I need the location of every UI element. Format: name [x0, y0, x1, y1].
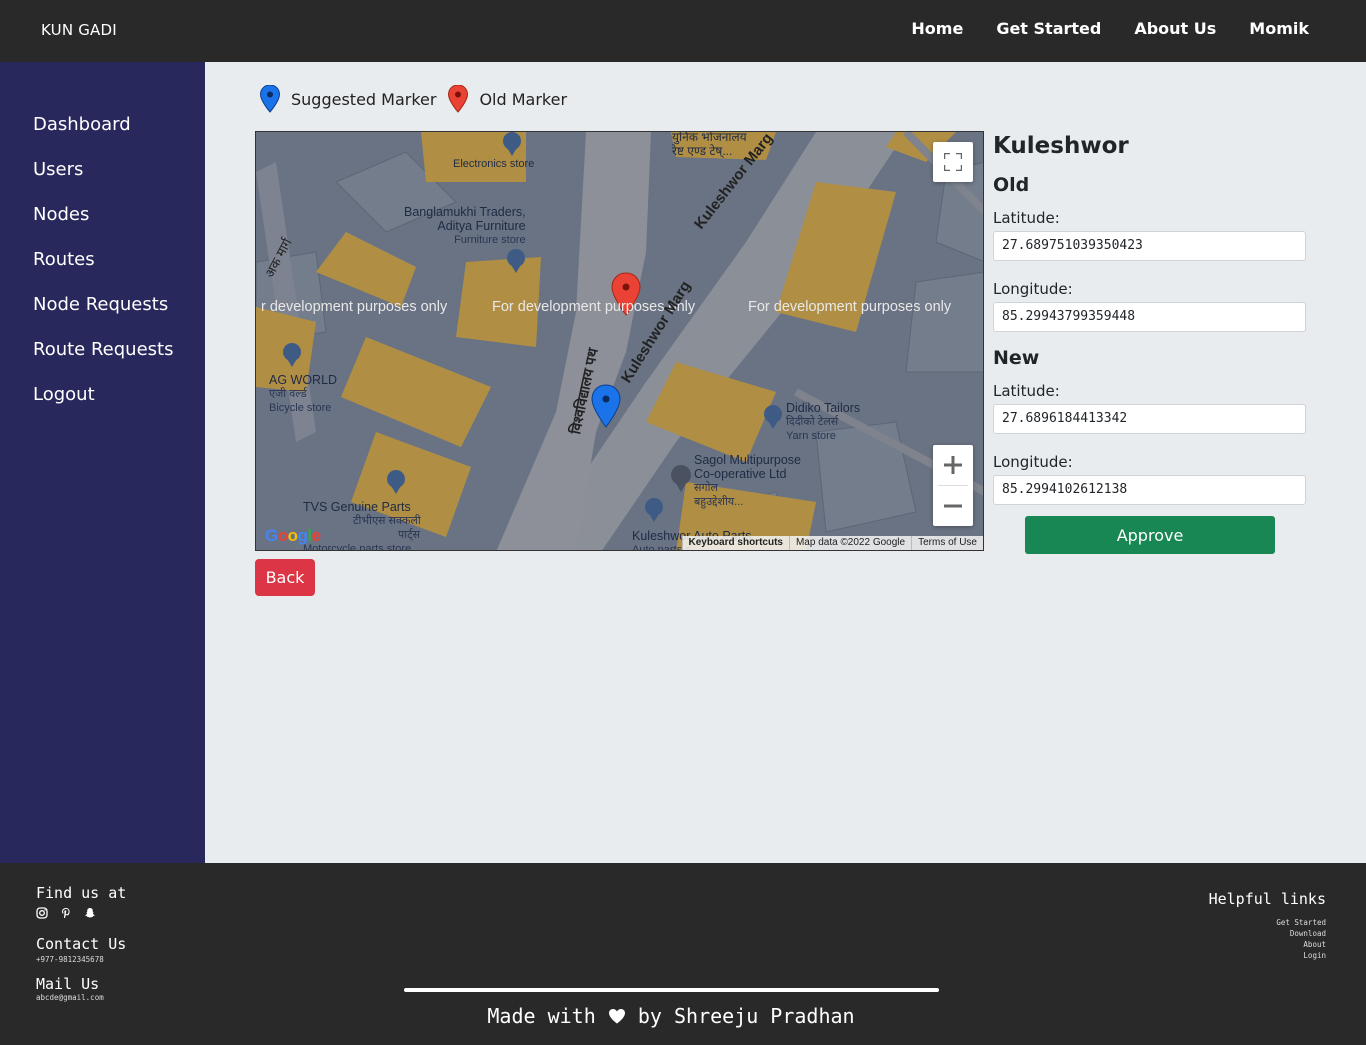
terms-link[interactable]: Terms of Use	[911, 536, 983, 550]
suggested-marker-label: Suggested Marker	[291, 89, 437, 109]
back-button[interactable]: Back	[255, 559, 315, 596]
place-name: Kuleshwor	[993, 133, 1129, 159]
old-section-title: Old	[993, 174, 1030, 196]
nav-home[interactable]: Home	[911, 19, 963, 38]
approve-button[interactable]: Approve	[1025, 516, 1275, 554]
old-latitude-label: Latitude:	[993, 209, 1060, 227]
contact-title: Contact Us	[36, 935, 127, 953]
sidebar-item-nodes[interactable]: Nodes	[0, 203, 205, 248]
new-section-title: New	[993, 347, 1040, 369]
blue-marker-icon	[260, 85, 280, 113]
sidebar-item-dashboard[interactable]: Dashboard	[0, 113, 205, 158]
sidebar-item-users[interactable]: Users	[0, 158, 205, 203]
new-latitude-label: Latitude:	[993, 382, 1060, 400]
zoom-control	[933, 445, 973, 526]
new-latitude-field[interactable]: 27.6896184413342	[993, 404, 1306, 434]
map[interactable]: r development purposes only For developm…	[255, 131, 984, 551]
new-longitude-label: Longitude:	[993, 453, 1073, 471]
poi-restaurant-np[interactable]: युनिक भोजनालय रेष्ट एण्ड टेष्...	[672, 132, 747, 158]
footer-divider	[404, 988, 939, 992]
poi-ag-world[interactable]: AG WORLD एजी वर्ल्ड Bicycle store	[269, 373, 337, 415]
zoom-out-button[interactable]	[933, 486, 973, 526]
sidebar-item-routes[interactable]: Routes	[0, 248, 205, 293]
fullscreen-button[interactable]	[933, 142, 973, 182]
dev-watermark: For development purposes only	[748, 299, 952, 315]
location-details: Kuleshwor Old Latitude: 27.6897510393504…	[993, 131, 1306, 505]
map-data-text: Map data ©2022 Google	[788, 536, 912, 550]
helpful-links: Get Started Download About Login	[1276, 917, 1326, 961]
find-us-title: Find us at	[36, 884, 127, 902]
old-marker-label: Old Marker	[479, 89, 568, 109]
minus-icon	[944, 504, 962, 508]
helpful-links-title: Helpful links	[1208, 890, 1326, 908]
social-links	[36, 907, 96, 919]
footer-link-login[interactable]: Login	[1276, 950, 1326, 961]
pinterest-icon[interactable]	[60, 907, 72, 919]
map-tiles	[256, 132, 983, 550]
credit-line: Made with by Shreeju Pradhan	[0, 1004, 1342, 1028]
fullscreen-icon	[944, 153, 962, 171]
navbar: KUN GADI Home Get Started About Us Momik	[0, 0, 1366, 62]
heart-icon	[608, 1009, 625, 1024]
nav-links: Home Get Started About Us Momik	[911, 19, 1309, 38]
old-latitude-field[interactable]: 27.689751039350423	[993, 231, 1306, 261]
instagram-icon[interactable]	[36, 907, 48, 919]
nav-get-started[interactable]: Get Started	[996, 19, 1101, 38]
contact-phone[interactable]: +977-9812345678	[36, 955, 104, 964]
keyboard-shortcuts-link[interactable]: Keyboard shortcuts	[681, 536, 789, 550]
sidebar-item-logout[interactable]: Logout	[0, 383, 205, 428]
brand-logo[interactable]: KUN GADI	[41, 21, 117, 39]
new-longitude-field[interactable]: 85.2994102612138	[993, 475, 1306, 505]
nav-momik[interactable]: Momik	[1249, 19, 1309, 38]
google-logo: Google	[265, 526, 321, 545]
footer-link-download[interactable]: Download	[1276, 928, 1326, 939]
footer: Find us at Contact Us +977-9812345678 Ma…	[0, 863, 1366, 1045]
old-longitude-field[interactable]: 85.29943799359448	[993, 302, 1306, 332]
sidebar-item-node-requests[interactable]: Node Requests	[0, 293, 205, 338]
credit-pre: Made with	[487, 1004, 596, 1028]
sidebar: Dashboard Users Nodes Routes Node Reques…	[0, 62, 205, 863]
map-attribution: Keyboard shortcuts Map data ©2022 Google…	[681, 536, 983, 550]
red-marker-icon	[448, 85, 469, 113]
marker-legend: Suggested Marker Old Marker	[260, 85, 579, 113]
snapchat-icon[interactable]	[84, 907, 96, 919]
poi-electronics[interactable]: Electronics store	[453, 157, 534, 171]
dev-watermark: r development purposes only	[261, 299, 448, 315]
mail-title: Mail Us	[36, 975, 100, 993]
poi-didiko-tailors[interactable]: Didiko Tailors दिदीको टेलर्स Yarn store	[786, 401, 860, 443]
poi-banglamukhi[interactable]: Banglamukhi Traders, Aditya Furniture Fu…	[404, 205, 526, 247]
plus-icon	[944, 456, 962, 474]
zoom-in-button[interactable]	[933, 445, 973, 485]
poi-tvs[interactable]: TVS Genuine Parts टीभीएस सक्कली पार्ट्स …	[303, 500, 421, 550]
footer-link-about[interactable]: About	[1276, 939, 1326, 950]
sidebar-item-route-requests[interactable]: Route Requests	[0, 338, 205, 383]
old-longitude-label: Longitude:	[993, 280, 1073, 298]
footer-link-get-started[interactable]: Get Started	[1276, 917, 1326, 928]
poi-sagol[interactable]: Sagol Multipurpose Co-operative Ltd सगोल…	[694, 453, 801, 509]
nav-about-us[interactable]: About Us	[1134, 19, 1216, 38]
mail-address[interactable]: abcde@gmail.com	[36, 993, 104, 1002]
credit-post: by Shreeju Pradhan	[637, 1004, 855, 1028]
